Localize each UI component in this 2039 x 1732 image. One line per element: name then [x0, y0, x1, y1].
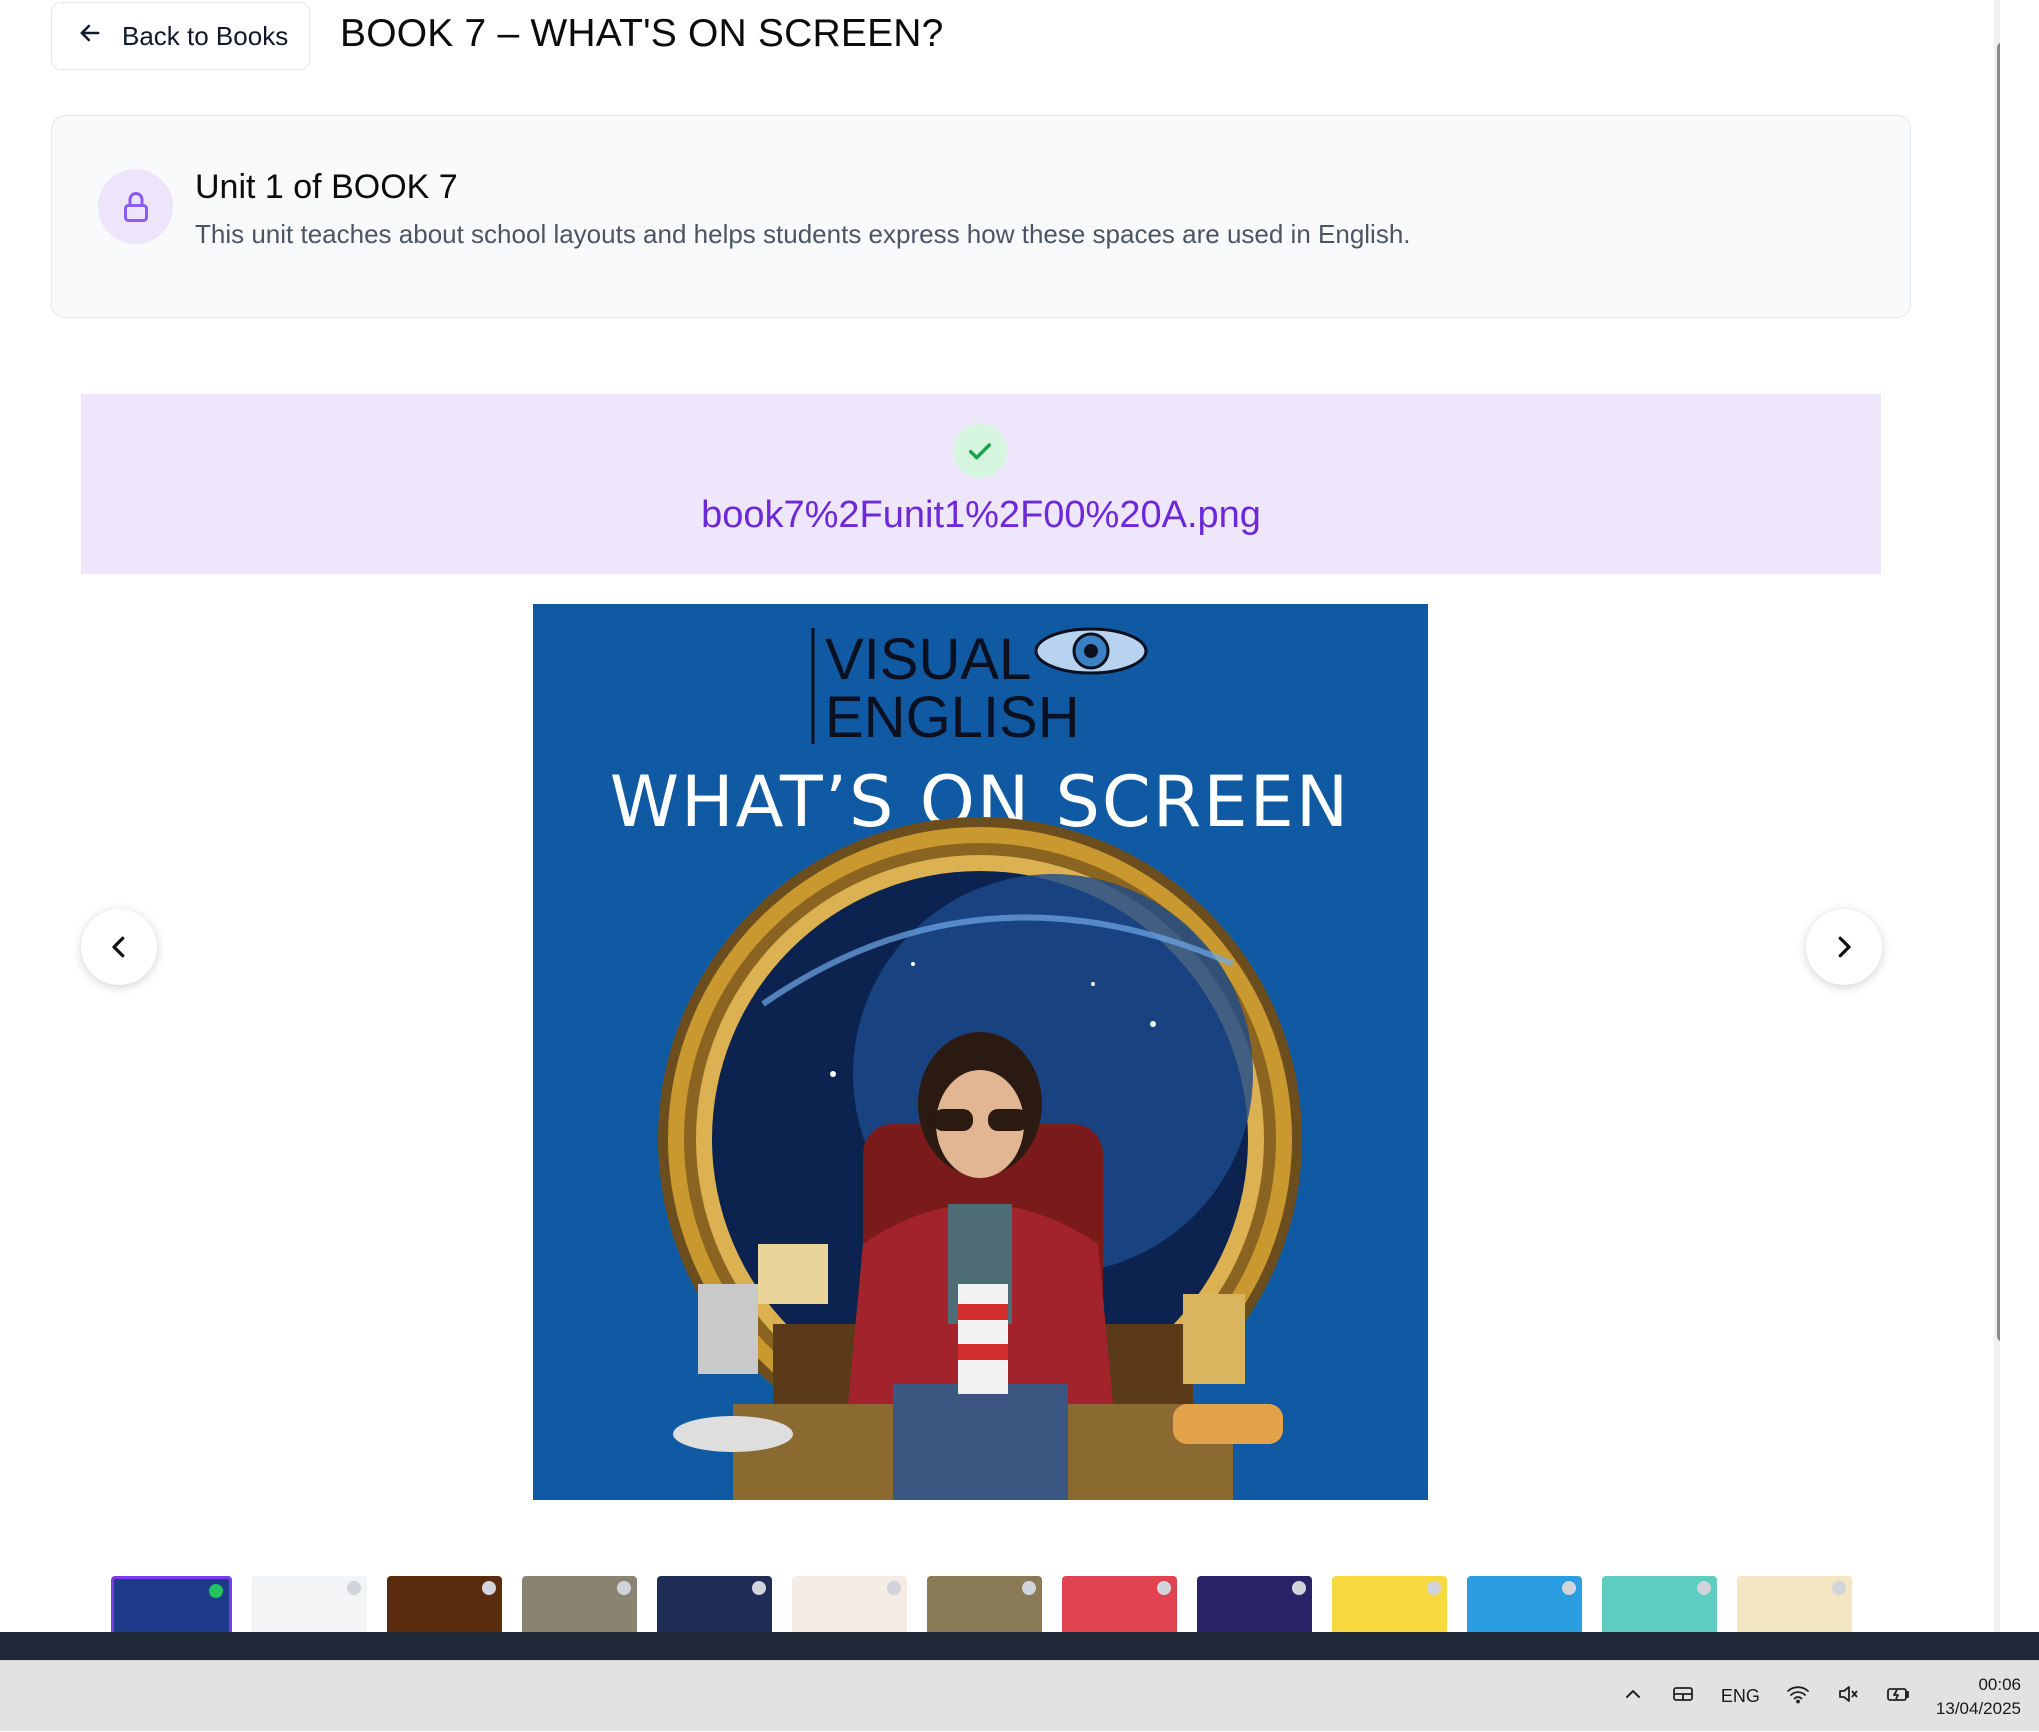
unviewed-status-dot [1832, 1581, 1846, 1595]
lock-icon [98, 169, 173, 244]
unviewed-status-dot [1292, 1581, 1306, 1595]
unviewed-status-dot [617, 1581, 631, 1595]
thumbnail-item[interactable] [111, 1576, 232, 1632]
clock-date: 13/04/2025 [1935, 1698, 2021, 1718]
unit-description: This unit teaches about school layouts a… [195, 219, 1411, 249]
thumbnail-item[interactable] [1332, 1576, 1447, 1632]
check-icon [953, 424, 1007, 478]
show-hidden-icons-chevron-icon[interactable] [1621, 1682, 1645, 1711]
chevron-right-icon [1838, 936, 1851, 958]
taskbar: ENG 00:06 13/04/2025 [0, 1660, 2039, 1731]
unviewed-status-dot [1022, 1581, 1036, 1595]
thumbnail-item[interactable] [252, 1576, 367, 1632]
thumbnail-item[interactable] [792, 1576, 907, 1632]
thumbnail-item[interactable] [1737, 1576, 1852, 1632]
chevron-left-icon [112, 936, 125, 958]
viewed-status-dot [209, 1584, 223, 1598]
previous-slide-button[interactable] [81, 909, 157, 985]
scroll-down-arrow-icon[interactable]: ▼ [1998, 1616, 2000, 1630]
wifi-icon[interactable] [1786, 1682, 1810, 1711]
app-viewport: Back to Books BOOK 7 – WHAT'S ON SCREEN?… [0, 0, 2000, 1632]
scroll-up-arrow-icon[interactable]: ▲ [1998, 2, 2000, 16]
thumbnail-item[interactable] [387, 1576, 502, 1632]
thumbnail-item[interactable] [1602, 1576, 1717, 1632]
unviewed-status-dot [887, 1581, 901, 1595]
file-name: book7%2Funit1%2F00%20A.png [701, 494, 1261, 536]
touch-keyboard-icon[interactable] [1671, 1682, 1695, 1711]
thumbnail-item[interactable] [1197, 1576, 1312, 1632]
thumbnail-item[interactable] [522, 1576, 637, 1632]
unviewed-status-dot [482, 1581, 496, 1595]
slide-image: VISUAL ENGLISH WHAT’S ON SCREEN [533, 604, 1428, 1500]
eye-icon [1034, 627, 1148, 675]
unviewed-status-dot [1427, 1581, 1441, 1595]
thumbnail-item[interactable] [1467, 1576, 1582, 1632]
unviewed-status-dot [1157, 1581, 1171, 1595]
image-viewer: book7%2Funit1%2F00%20A.png VISUAL ENGLIS… [51, 375, 1911, 1500]
arrow-left-icon [76, 19, 104, 54]
system-clock[interactable]: 00:06 13/04/2025 [1936, 1673, 2021, 1721]
thumbnail-item[interactable] [657, 1576, 772, 1632]
back-to-books-button[interactable]: Back to Books [51, 2, 310, 70]
file-banner: book7%2Funit1%2F00%20A.png [81, 394, 1881, 574]
clock-time: 00:06 [1978, 1674, 2021, 1694]
logo-text-english: ENGLISH [825, 685, 1080, 750]
unviewed-status-dot [1697, 1581, 1711, 1595]
unit-title: Unit 1 of BOOK 7 [195, 168, 458, 206]
thumbnail-strip [111, 1576, 1852, 1632]
thumbnail-item[interactable] [927, 1576, 1042, 1632]
language-indicator[interactable]: ENG [1721, 1686, 1760, 1707]
unviewed-status-dot [347, 1581, 361, 1595]
unviewed-status-dot [752, 1581, 766, 1595]
unit-info-card: Unit 1 of BOOK 7 This unit teaches about… [51, 115, 1911, 318]
page-title: BOOK 7 – WHAT'S ON SCREEN? [340, 12, 944, 55]
system-tray: ENG 00:06 13/04/2025 [1621, 1661, 2021, 1732]
scrollbar-thumb[interactable] [1997, 42, 2000, 1342]
next-slide-button[interactable] [1806, 909, 1882, 985]
unviewed-status-dot [1562, 1581, 1576, 1595]
back-button-label: Back to Books [122, 20, 289, 51]
volume-muted-icon[interactable] [1836, 1682, 1860, 1711]
battery-charging-icon[interactable] [1886, 1682, 1910, 1711]
window-bottom-edge [0, 1632, 2039, 1660]
logo-text-visual: VISUAL [825, 627, 1031, 692]
thumbnail-item[interactable] [1062, 1576, 1177, 1632]
page-scrollbar[interactable]: ▲ ▼ [1994, 0, 2000, 1632]
